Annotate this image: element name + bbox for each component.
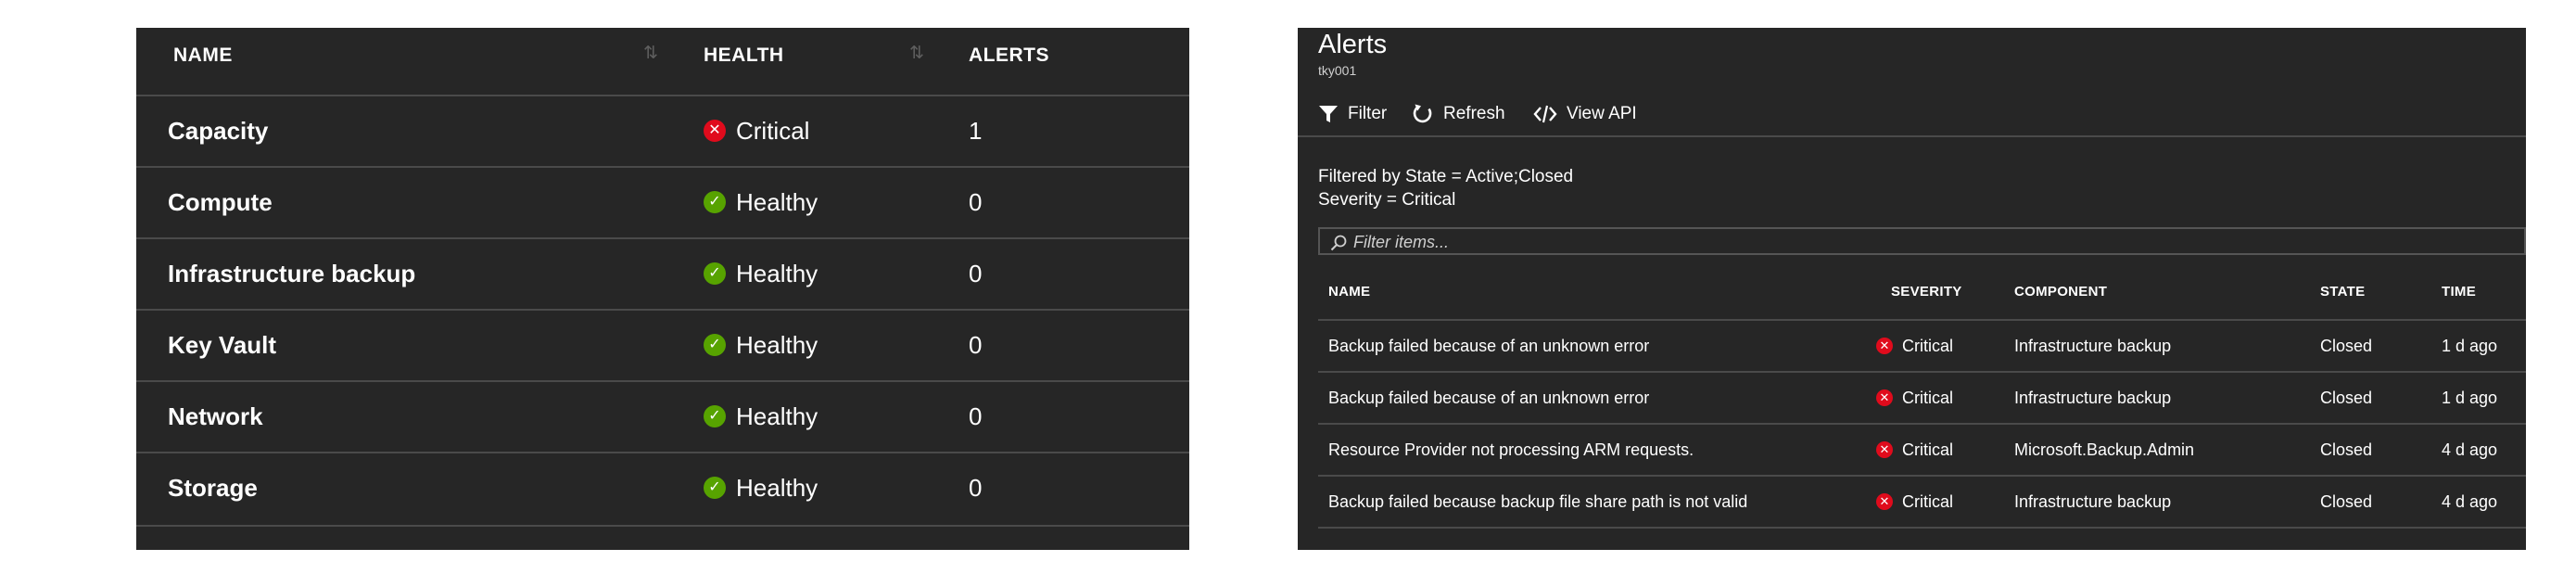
alert-count[interactable]: 0 bbox=[969, 331, 982, 360]
sort-icon[interactable]: ⇅ bbox=[909, 43, 924, 64]
search-icon bbox=[1330, 235, 1347, 251]
table-row[interactable]: Resource Provider not processing ARM req… bbox=[1318, 423, 2526, 475]
alert-time: 1 d ago bbox=[2442, 389, 2498, 407]
health-status: Critical bbox=[736, 117, 810, 145]
alert-severity: Critical bbox=[1902, 389, 1954, 407]
table-row[interactable]: Backup failed because of an unknown erro… bbox=[1318, 319, 2526, 371]
resource-name: Storage bbox=[168, 474, 258, 502]
alert-name[interactable]: Backup failed because backup file share … bbox=[1328, 492, 1747, 512]
resource-name: Compute bbox=[168, 188, 273, 216]
alert-name[interactable]: Resource Provider not processing ARM req… bbox=[1328, 440, 1694, 460]
column-header-name[interactable]: NAME bbox=[173, 45, 233, 67]
alert-component: Infrastructure backup bbox=[2014, 389, 2172, 407]
alert-state: Closed bbox=[2320, 389, 2373, 407]
health-status: Healthy bbox=[736, 331, 818, 359]
alert-severity: Critical bbox=[1902, 492, 1954, 511]
resource-name: Key Vault bbox=[168, 331, 277, 359]
alert-state: Closed bbox=[2320, 492, 2373, 511]
resource-name: Infrastructure backup bbox=[168, 260, 416, 287]
filter-summary-severity: Severity = Critical bbox=[1318, 190, 1456, 210]
alert-time: 1 d ago bbox=[2442, 337, 2498, 355]
code-icon bbox=[1533, 105, 1557, 123]
alert-count[interactable]: 0 bbox=[969, 188, 982, 217]
alert-time: 4 d ago bbox=[2442, 440, 2498, 459]
alert-count[interactable]: 1 bbox=[969, 117, 982, 146]
critical-icon: ✕ bbox=[1876, 389, 1893, 406]
filter-button-label: Filter bbox=[1348, 104, 1388, 123]
sort-icon[interactable]: ⇅ bbox=[643, 43, 658, 64]
column-header-severity[interactable]: SEVERITY bbox=[1891, 284, 1962, 300]
health-table-header: NAME ⇅ HEALTH ⇅ ALERTS bbox=[136, 28, 1189, 95]
health-status: Healthy bbox=[736, 402, 818, 430]
alert-component: Infrastructure backup bbox=[2014, 337, 2172, 355]
critical-icon: ✕ bbox=[1876, 493, 1893, 510]
view-api-button[interactable]: View API bbox=[1533, 100, 1637, 128]
refresh-icon bbox=[1413, 104, 1432, 123]
table-row[interactable]: Infrastructure backup ✓ Healthy 0 bbox=[136, 237, 1189, 311]
filter-items-input[interactable] bbox=[1351, 231, 2097, 253]
healthy-check-icon: ✓ bbox=[704, 262, 726, 285]
critical-icon: ✕ bbox=[1876, 441, 1893, 458]
blade-title: Alerts bbox=[1318, 30, 1388, 59]
table-row[interactable]: Storage ✓ Healthy 0 bbox=[136, 452, 1189, 527]
blade-subtitle: tky001 bbox=[1318, 63, 1357, 78]
alert-state: Closed bbox=[2320, 337, 2373, 355]
health-status: Healthy bbox=[736, 260, 818, 287]
health-status: Healthy bbox=[736, 474, 818, 502]
alert-component: Infrastructure backup bbox=[2014, 492, 2172, 511]
alerts-blade: Alerts tky001 Filter Refresh View API Fi… bbox=[1298, 28, 2526, 550]
critical-icon: ✕ bbox=[1876, 338, 1893, 354]
column-header-health[interactable]: HEALTH bbox=[704, 45, 784, 67]
column-header-component[interactable]: COMPONENT bbox=[2014, 284, 2107, 300]
region-health-panel: NAME ⇅ HEALTH ⇅ ALERTS Capacity ✕ Critic… bbox=[136, 28, 1189, 550]
table-row[interactable]: Backup failed because backup file share … bbox=[1318, 475, 2526, 529]
resource-name: Capacity bbox=[168, 117, 269, 145]
healthy-check-icon: ✓ bbox=[704, 191, 726, 213]
resource-name: Network bbox=[168, 402, 263, 430]
column-header-state[interactable]: STATE bbox=[2320, 284, 2365, 300]
healthy-check-icon: ✓ bbox=[704, 405, 726, 427]
table-row[interactable]: Key Vault ✓ Healthy 0 bbox=[136, 309, 1189, 382]
health-status: Healthy bbox=[736, 188, 818, 216]
toolbar-divider bbox=[1298, 135, 2526, 137]
view-api-button-label: View API bbox=[1567, 104, 1637, 123]
table-row[interactable]: Network ✓ Healthy 0 bbox=[136, 380, 1189, 453]
filter-summary-state: Filtered by State = Active;Closed bbox=[1318, 167, 1574, 186]
alert-name[interactable]: Backup failed because of an unknown erro… bbox=[1328, 337, 1649, 356]
alert-severity: Critical bbox=[1902, 337, 1954, 355]
alert-severity: Critical bbox=[1902, 440, 1954, 459]
alert-component: Microsoft.Backup.Admin bbox=[2014, 440, 2195, 459]
filter-button[interactable]: Filter bbox=[1318, 100, 1387, 128]
alert-time: 4 d ago bbox=[2442, 492, 2498, 511]
healthy-check-icon: ✓ bbox=[704, 477, 726, 499]
table-row[interactable]: Capacity ✕ Critical 1 bbox=[136, 95, 1189, 168]
refresh-button-label: Refresh bbox=[1443, 104, 1505, 123]
table-row[interactable]: Backup failed because of an unknown erro… bbox=[1318, 371, 2526, 423]
column-header-alerts[interactable]: ALERTS bbox=[969, 45, 1049, 67]
alert-count[interactable]: 0 bbox=[969, 260, 982, 288]
refresh-button[interactable]: Refresh bbox=[1412, 100, 1505, 128]
column-header-name[interactable]: NAME bbox=[1328, 284, 1370, 300]
funnel-icon bbox=[1319, 106, 1338, 122]
table-row[interactable]: Compute ✓ Healthy 0 bbox=[136, 166, 1189, 239]
alert-count[interactable]: 0 bbox=[969, 474, 982, 503]
healthy-check-icon: ✓ bbox=[704, 334, 726, 356]
alert-state: Closed bbox=[2320, 440, 2373, 459]
critical-icon: ✕ bbox=[704, 120, 726, 142]
filter-items-search-box[interactable] bbox=[1318, 227, 2526, 255]
alert-name[interactable]: Backup failed because of an unknown erro… bbox=[1328, 389, 1649, 408]
alert-count[interactable]: 0 bbox=[969, 402, 982, 431]
column-header-time[interactable]: TIME bbox=[2442, 284, 2476, 300]
